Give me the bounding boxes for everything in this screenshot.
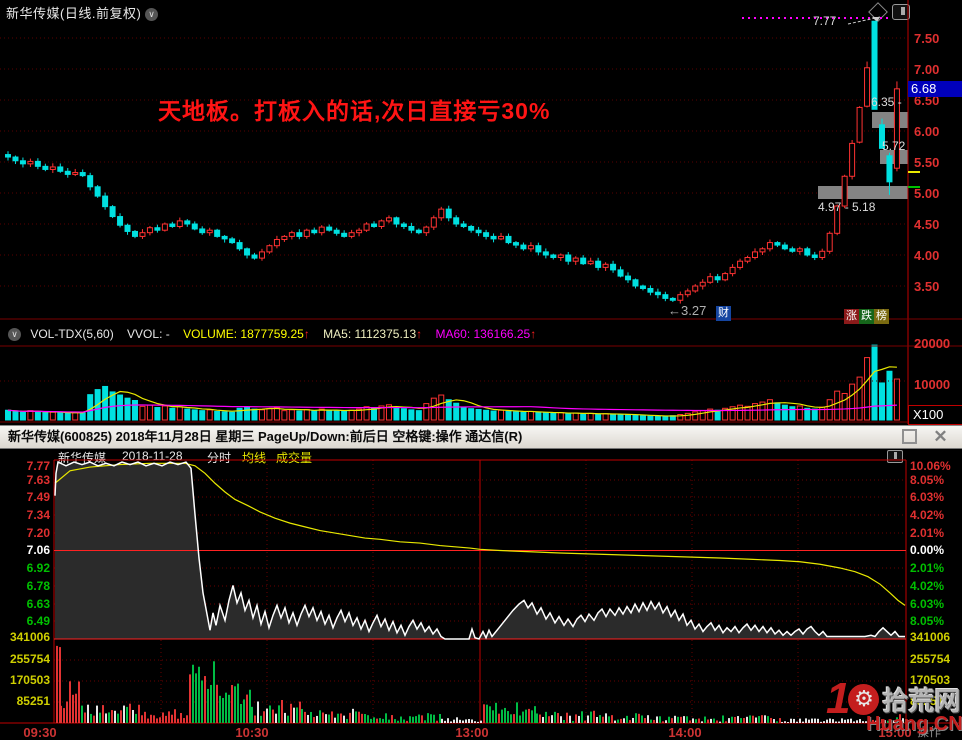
intraday-right-pct-label: 0.00% — [910, 543, 945, 557]
intraday-left-price-label: 7.63 — [26, 473, 50, 487]
intraday-left-price-label: 6.78 — [26, 579, 50, 593]
intraday-right-pct-label: 4.02% — [910, 579, 945, 593]
volume-indicator-bar: ∨ VOL-TDX(5,60) VVOL: - VOLUME: 1877759.… — [0, 327, 546, 345]
close-icon[interactable]: ✕ — [933, 428, 948, 445]
intraday-left-price-label: 6.63 — [26, 597, 50, 611]
kline-axis-label: 6.00 — [914, 124, 940, 139]
halt-box2-label: 5.72 — [882, 139, 906, 153]
intraday-left-price-label: 6.49 — [26, 614, 50, 628]
intraday-right-vol-label: 341006 — [910, 630, 951, 644]
kline-axis-label: 4.50 — [914, 217, 940, 232]
indicator-collapse-icon[interactable]: ∨ — [8, 328, 21, 342]
up-arrow-icon: ↑ — [303, 327, 310, 341]
kline-axis-label: 5.50 — [914, 155, 940, 170]
intraday-left-price-label: 7.06 — [26, 543, 50, 557]
intraday-left-price-label: 7.20 — [26, 526, 50, 540]
high-price-marker: 7.77 — [813, 14, 837, 28]
watermark-logo: 1 ⚙ 拾荒网 Huang.CN — [826, 674, 962, 738]
kline-axis-label: 5.00 — [914, 186, 940, 201]
intraday-chart — [0, 459, 962, 724]
gear-icon: ⚙ — [848, 683, 880, 715]
watermark-site-name: 拾荒网 — [882, 685, 961, 716]
watermark-domain: Huang.CN — [866, 713, 962, 735]
kline-axis-label: 7.50 — [914, 31, 940, 46]
intraday-right-pct-label: 10.06% — [910, 459, 951, 473]
halt-box3-label: 4.97 - 5.18 — [818, 200, 876, 214]
intraday-left-vol-label: 341006 — [9, 630, 50, 644]
intraday-left-vol-label: 85251 — [16, 694, 50, 708]
time-axis-label: 14:00 — [668, 725, 702, 740]
intraday-right-pct-label: 2.01% — [910, 561, 945, 575]
intraday-left-vol-label: 170503 — [9, 673, 50, 687]
info-bar-text: 新华传媒(600825) 2018年11月28日 星期三 PageUp/Down… — [8, 429, 523, 444]
up-arrow-icon: ↑ — [416, 327, 423, 341]
vol-unit-label: X100 — [908, 405, 962, 425]
intraday-right-pct-label: 6.03% — [910, 597, 945, 611]
rank-badge[interactable]: 涨跌榜 — [844, 306, 889, 324]
kline-axis-label: 4.00 — [914, 248, 940, 263]
current-price-tag: 6.68 — [908, 81, 962, 97]
time-axis-label: 10:30 — [235, 725, 269, 740]
intraday-left-vol-label: 255754 — [9, 652, 50, 666]
indicator-name[interactable]: VOL-TDX(5,60) — [30, 327, 113, 341]
cai-badge[interactable]: 财 — [716, 306, 731, 321]
intraday-right-pct-label: 8.05% — [910, 614, 945, 628]
rank-badge-bang[interactable]: 榜 — [874, 309, 889, 324]
kline-axis-label: 3.50 — [914, 279, 940, 294]
intraday-right-pct-label: 8.05% — [910, 473, 945, 487]
maximize-icon[interactable] — [902, 429, 917, 444]
halt-box1-label: 6.35 - — [871, 95, 902, 109]
intraday-right-pct-label: 2.01% — [910, 526, 945, 540]
vol-axis-10000: 10000 — [914, 377, 951, 392]
indicator-vvol: VVOL: - — [127, 327, 170, 341]
low-price-marker: ←3.27 — [668, 303, 707, 318]
intraday-right-pct-label: 6.03% — [910, 490, 945, 504]
intraday-right-pct-label: 4.02% — [910, 508, 945, 522]
intraday-left-price-label: 7.34 — [26, 508, 50, 522]
intraday-left-price-label: 7.49 — [26, 490, 50, 504]
intraday-right-vol-label: 255754 — [910, 652, 951, 666]
rank-badge-die[interactable]: 跌 — [859, 309, 874, 324]
watermark-ten: 1 — [826, 674, 851, 723]
vol-axis-20000: 20000 — [914, 336, 951, 351]
rank-badge-zhang[interactable]: 涨 — [844, 309, 859, 324]
intraday-left-price-label: 6.92 — [26, 561, 50, 575]
indicator-volume-value: VOLUME: 1877759.25 — [183, 327, 304, 341]
kline-axis-label: 7.00 — [914, 62, 940, 77]
up-arrow-icon: ↑ — [530, 327, 537, 341]
indicator-ma5-value: MA5: 1112375.13 — [323, 327, 417, 341]
intraday-left-price-label: 7.77 — [26, 459, 50, 473]
time-axis-label: 13:00 — [455, 725, 489, 740]
time-axis-label: 09:30 — [23, 725, 57, 740]
tdx-app-window: 新华传媒(日线.前复权) ∨ 天地板。打板入的话,次日直接亏30% 7.50 7.0… — [0, 0, 962, 740]
indicator-ma60-value: MA60: 136166.25 — [435, 327, 531, 341]
annotation-text: 天地板。打板入的话,次日直接亏30% — [158, 98, 551, 124]
info-bar: 新华传媒(600825) 2018年11月28日 星期三 PageUp/Down… — [0, 425, 962, 449]
